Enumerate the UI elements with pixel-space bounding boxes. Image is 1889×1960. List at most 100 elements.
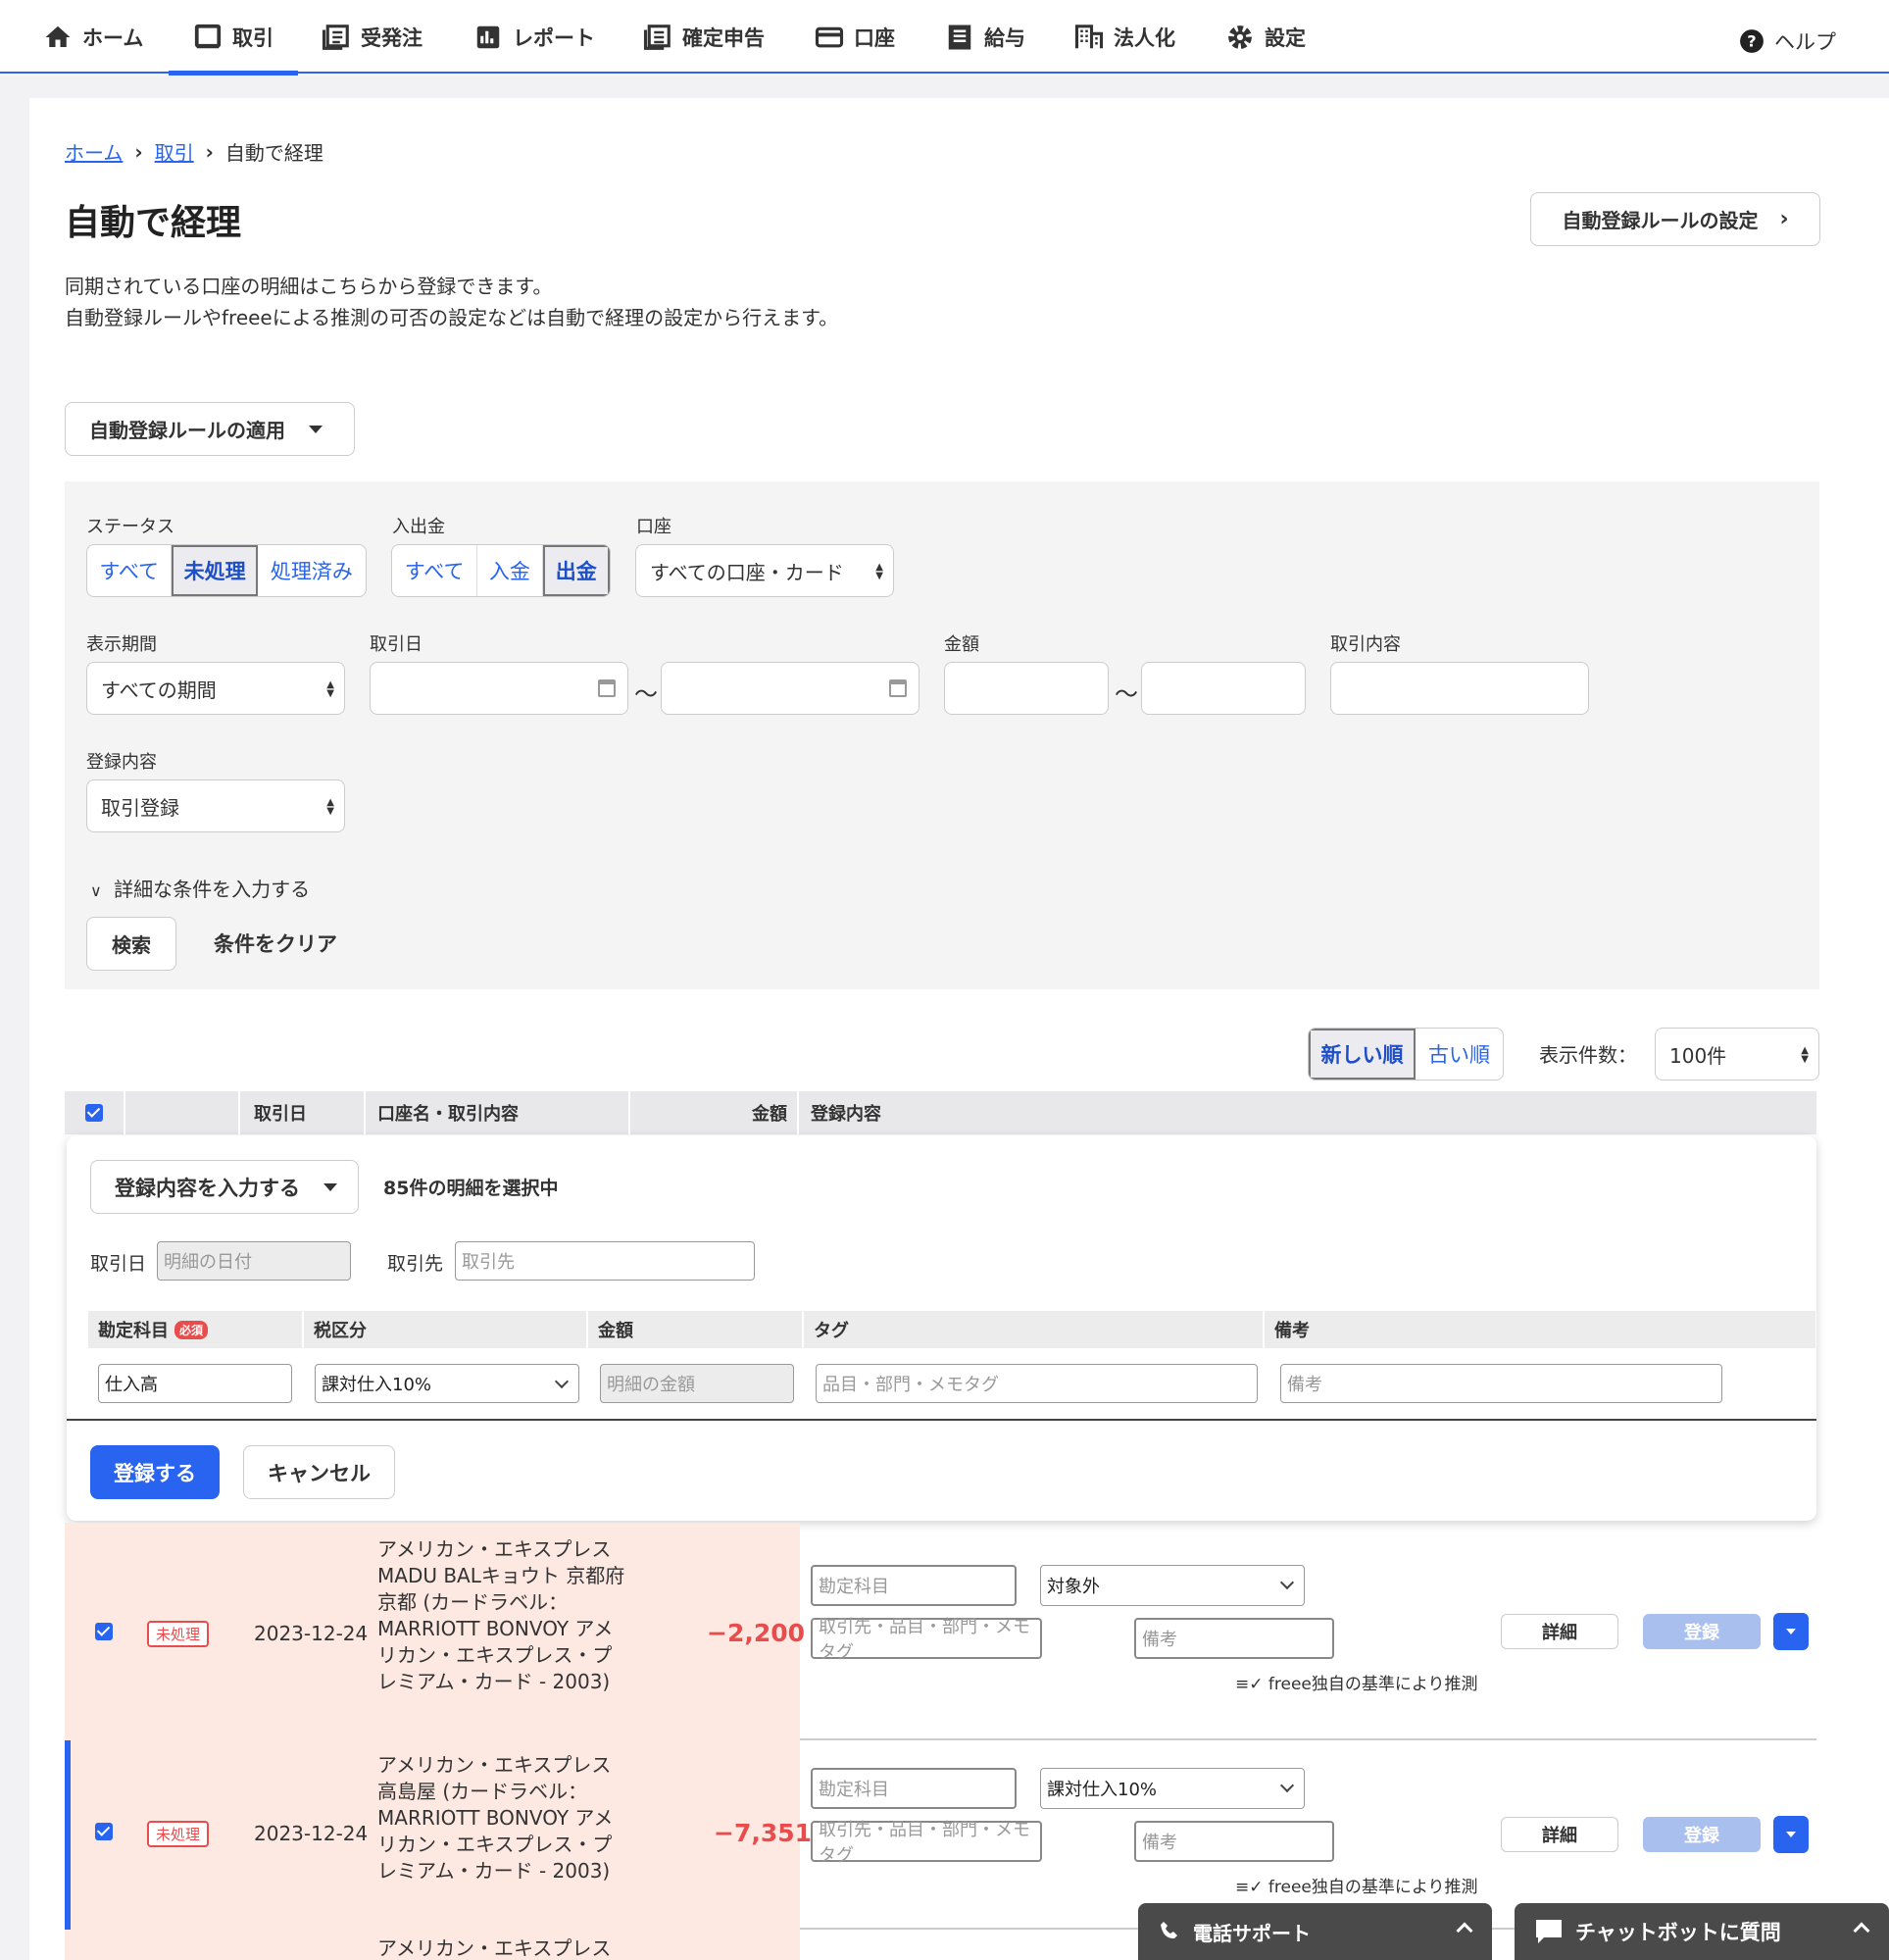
status-unprocessed-option[interactable]: 未処理	[172, 545, 258, 596]
row-register-button[interactable]: 登録	[1643, 1614, 1761, 1649]
apply-rules-button[interactable]: 自動登録ルールの適用	[65, 402, 355, 456]
row-tag-input[interactable]: 取引先・品目・部門・メモタグ	[811, 1617, 1042, 1663]
row-date: 2023-12-24	[254, 1622, 369, 1645]
nav-incorporation-label: 法人化	[1114, 25, 1175, 50]
row-note-input[interactable]: 備考	[1134, 1618, 1334, 1659]
row-account-input[interactable]: 勘定科目	[811, 1565, 1017, 1606]
nav-deals[interactable]: 取引	[169, 0, 298, 75]
row-tax-select[interactable]: 課対仕入10%	[1040, 1768, 1305, 1809]
home-icon	[45, 25, 71, 47]
amount-max-input[interactable]	[1141, 662, 1306, 715]
divider	[67, 1419, 1816, 1421]
card-icon	[815, 26, 844, 47]
bulk-partner-input[interactable]: 取引先	[455, 1241, 755, 1281]
row-account-placeholder: 勘定科目	[819, 1780, 889, 1800]
content-input[interactable]	[1330, 662, 1589, 715]
clear-conditions-button[interactable]: 条件をクリア	[214, 929, 337, 958]
bulk-selected-count: 85件の明細を選択中	[383, 1178, 559, 1199]
breadcrumb-home-link[interactable]: ホーム	[65, 137, 123, 166]
row-date: 2023-12-24	[254, 1822, 369, 1845]
row-note-input[interactable]: 備考	[1134, 1821, 1334, 1862]
amount-min-input[interactable]	[944, 662, 1109, 715]
phone-support-bar[interactable]: 電話サポート	[1138, 1903, 1492, 1960]
bulk-date-input[interactable]: 明細の日付	[157, 1241, 351, 1281]
nav-accounts[interactable]: 口座	[815, 0, 895, 74]
bulk-col-note: 備考	[1274, 1321, 1310, 1341]
reg-select[interactable]: 取引登録 ▲ ▼	[86, 779, 345, 832]
inout-all-option[interactable]: すべて	[392, 545, 478, 596]
nav-reports[interactable]: レポート	[473, 0, 595, 74]
nav-orders[interactable]: 受発注	[322, 0, 423, 74]
report-icon	[476, 25, 500, 48]
bulk-edit-panel: 登録内容を入力する 85件の明細を選択中 取引日 明細の日付 取引先 取引先 勘…	[67, 1135, 1816, 1521]
bulk-partner-placeholder: 取引先	[462, 1252, 515, 1273]
nav-incorporation[interactable]: 法人化	[1074, 0, 1175, 74]
bulk-tag-input[interactable]: 品目・部門・メモタグ	[816, 1364, 1258, 1403]
guess-icon: ≡✓	[1235, 1675, 1264, 1694]
top-navigation: ホーム 取引 受発注 レポート 確定申告 口座 給与 法人化 設定 ? ヘルプ	[0, 0, 1889, 77]
chatbot-bar[interactable]: チャットボットに質問	[1515, 1903, 1889, 1960]
account-select[interactable]: すべての口座・カード ▲ ▼	[635, 544, 894, 597]
bulk-tax-select[interactable]: 課対仕入10%	[315, 1364, 579, 1403]
row-register-button[interactable]: 登録	[1643, 1817, 1761, 1852]
date-to-input[interactable]	[661, 662, 920, 715]
status-all-option[interactable]: すべて	[87, 545, 173, 596]
caret-down-icon	[309, 425, 323, 433]
nav-home[interactable]: ホーム	[43, 0, 143, 74]
row-account-input[interactable]: 勘定科目	[811, 1768, 1017, 1809]
status-processed-option[interactable]: 処理済み	[258, 545, 366, 596]
row-detail-button[interactable]: 詳細	[1501, 1614, 1618, 1649]
date-label: 取引日	[370, 634, 423, 655]
caret-down-icon	[1786, 1629, 1796, 1634]
detail-conditions-toggle[interactable]: ∨ 詳細な条件を入力する	[90, 874, 310, 902]
bulk-account-input[interactable]: 仕入高	[98, 1364, 292, 1403]
breadcrumb-deals-link[interactable]: 取引	[155, 137, 194, 166]
row-register-dropdown[interactable]	[1773, 1816, 1809, 1853]
guess-note: ≡✓ freee独自の基準により推測	[1235, 1873, 1478, 1897]
row-tax-value: 課対仕入10%	[1047, 1780, 1158, 1800]
inout-income-option[interactable]: 入金	[477, 545, 543, 596]
breadcrumb-separator-icon: ›	[205, 139, 214, 164]
bulk-amount-input[interactable]: 明細の金額	[600, 1364, 794, 1403]
bulk-register-button[interactable]: 登録する	[90, 1445, 220, 1499]
nav-payroll[interactable]: 給与	[945, 0, 1025, 74]
per-page-select[interactable]: 100件 ▲ ▼	[1655, 1028, 1819, 1081]
bulk-input-dropdown[interactable]: 登録内容を入力する	[90, 1160, 359, 1214]
bulk-tax-value: 課対仕入10%	[322, 1375, 432, 1395]
reg-label: 登録内容	[86, 752, 157, 773]
nav-help[interactable]: ? ヘルプ	[1739, 4, 1836, 77]
rule-settings-button[interactable]: 自動登録ルールの設定 ›	[1530, 192, 1820, 246]
row-register-dropdown[interactable]	[1773, 1613, 1809, 1650]
chevron-down-icon	[1279, 1575, 1295, 1590]
nav-settings[interactable]: 設定	[1225, 0, 1306, 74]
account-select-value: すべての口座・カード	[650, 560, 844, 584]
bulk-note-input[interactable]: 備考	[1280, 1364, 1722, 1403]
guess-note: ≡✓ freee独自の基準により推測	[1235, 1670, 1478, 1694]
sort-newest-option[interactable]: 新しい順	[1309, 1029, 1416, 1080]
row-tax-select[interactable]: 対象外	[1040, 1565, 1305, 1606]
bulk-cancel-button[interactable]: キャンセル	[243, 1445, 395, 1499]
inout-expense-option[interactable]: 出金	[542, 545, 610, 596]
row-note-placeholder: 備考	[1142, 1833, 1177, 1853]
date-from-input[interactable]	[370, 662, 628, 715]
row-amount: −2,200	[707, 1619, 806, 1647]
sort-oldest-option[interactable]: 古い順	[1416, 1029, 1503, 1080]
table-row: 未処理 2023-12-24 アメリカン・エキスプレス MADU BALキョウト…	[65, 1523, 1816, 1740]
bulk-amount-placeholder: 明細の金額	[607, 1375, 695, 1395]
updown-icon: ▲ ▼	[326, 797, 334, 817]
period-select[interactable]: すべての期間 ▲ ▼	[86, 662, 345, 715]
bulk-col-tax: 税区分	[304, 1311, 588, 1348]
row-checkbox[interactable]	[95, 1823, 113, 1840]
row-checkbox[interactable]	[95, 1623, 113, 1640]
description-line: 同期されている口座の明細はこちらから登録できます。	[65, 275, 553, 298]
row-tag-input[interactable]: 取引先・品目・部門・メモタグ	[811, 1820, 1042, 1866]
phone-icon	[1161, 1922, 1177, 1938]
row-description: アメリカン・エキスプレス 高島屋 (カードラベル：MARRIOTT BONVOY…	[377, 1753, 614, 1883]
bulk-tag-placeholder: 品目・部門・メモタグ	[822, 1375, 999, 1395]
nav-orders-label: 受発注	[361, 25, 423, 50]
row-account-placeholder: 勘定科目	[819, 1577, 889, 1597]
select-all-checkbox[interactable]	[85, 1104, 103, 1122]
search-button[interactable]: 検索	[86, 917, 176, 971]
nav-tax-return[interactable]: 確定申告	[643, 0, 765, 74]
row-detail-button[interactable]: 詳細	[1501, 1817, 1618, 1852]
